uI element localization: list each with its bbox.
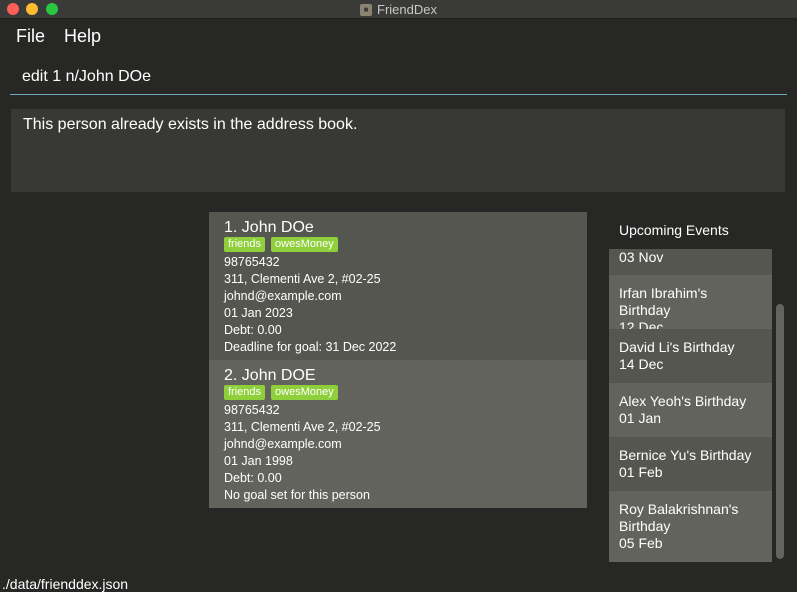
person-name: 2. John DOE — [224, 367, 316, 384]
person-card[interactable]: 1. John DOe friends owesMoney 98765432 3… — [209, 212, 587, 360]
events-scrollbar-thumb[interactable] — [776, 304, 784, 559]
event-name: Roy Balakrishnan's Birthday — [619, 501, 739, 534]
event-name: Irfan Ibrahim's Birthday — [619, 285, 708, 318]
person-list[interactable]: 1. John DOe friends owesMoney 98765432 3… — [209, 212, 587, 508]
tag-list: friends owesMoney — [224, 237, 572, 254]
events-title: Upcoming Events — [619, 222, 729, 238]
person-address: 311, Clementi Ave 2, #02-25 — [224, 272, 381, 286]
event-item[interactable]: Roy Balakrishnan's Birthday 05 Feb — [609, 491, 772, 562]
events-scrollbar[interactable] — [774, 249, 786, 562]
event-item[interactable]: David Li's Birthday 14 Dec — [609, 329, 772, 383]
result-display: This person already exists in the addres… — [11, 109, 785, 192]
event-date: 05 Feb — [619, 535, 663, 551]
person-phone: 98765432 — [224, 403, 280, 417]
person-name: 1. John DOe — [224, 219, 314, 236]
event-name: Alex Yeoh's Birthday — [619, 393, 747, 409]
person-email: johnd@example.com — [224, 437, 342, 451]
person-address: 311, Clementi Ave 2, #02-25 — [224, 420, 381, 434]
person-email: johnd@example.com — [224, 289, 342, 303]
person-debt: Debt: 0.00 — [224, 323, 282, 337]
tag: owesMoney — [271, 385, 338, 400]
command-box — [10, 60, 787, 95]
person-goal: No goal set for this person — [224, 488, 370, 502]
event-item[interactable]: Alex Yeoh's Birthday 01 Jan — [609, 383, 772, 437]
event-item[interactable]: Irfan Ibrahim's Birthday 12 Dec — [609, 275, 772, 335]
events-list[interactable]: 03 Nov Irfan Ibrahim's Birthday 12 Dec D… — [609, 249, 772, 562]
friend-dex-icon: ■ — [360, 3, 373, 16]
person-card[interactable]: 2. John DOE friends owesMoney 98765432 3… — [209, 360, 587, 508]
tag-list: friends owesMoney — [224, 385, 572, 402]
event-date: 03 Nov — [619, 249, 664, 265]
window-title: FriendDex — [377, 2, 437, 17]
event-date: 14 Dec — [619, 356, 664, 372]
tag: friends — [224, 237, 266, 252]
menu-bar: File Help — [0, 20, 797, 54]
window-title-wrap: ■ FriendDex — [0, 0, 797, 19]
menu-help[interactable]: Help — [64, 26, 101, 47]
tag: friends — [224, 385, 266, 400]
person-debt: Debt: 0.00 — [224, 471, 282, 485]
tag: owesMoney — [271, 237, 338, 252]
person-birthday: 01 Jan 2023 — [224, 306, 293, 320]
event-name: David Li's Birthday — [619, 339, 735, 355]
person-birthday: 01 Jan 1998 — [224, 454, 293, 468]
status-bar-path: ./data/frienddex.json — [2, 576, 129, 592]
person-goal: Deadline for goal: 31 Dec 2022 — [224, 340, 397, 354]
event-date: 01 Jan — [619, 410, 662, 426]
result-text: This person already exists in the addres… — [23, 116, 358, 133]
title-bar: ■ FriendDex — [0, 0, 797, 19]
event-item[interactable]: 03 Nov — [609, 249, 772, 275]
event-item[interactable]: Bernice Yu's Birthday 01 Feb — [609, 437, 772, 491]
event-name: Bernice Yu's Birthday — [619, 447, 752, 463]
command-input[interactable] — [10, 60, 787, 94]
menu-file[interactable]: File — [16, 26, 45, 47]
event-date: 01 Feb — [619, 464, 663, 480]
person-phone: 98765432 — [224, 255, 280, 269]
